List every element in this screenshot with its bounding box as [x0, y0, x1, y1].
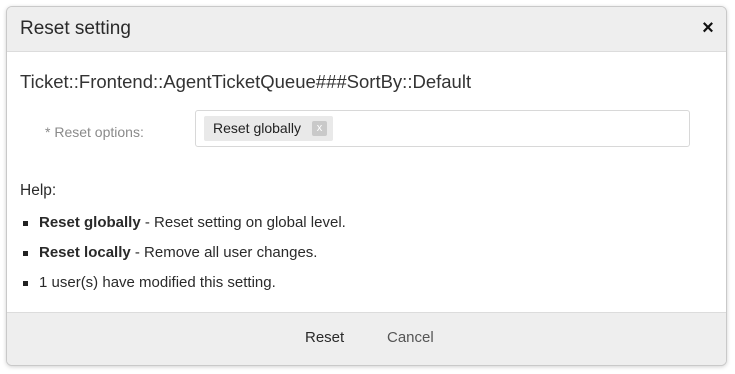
dialog-title: Reset setting [20, 18, 131, 39]
dialog-header: Reset setting × [7, 7, 726, 52]
bullet-icon [23, 281, 28, 286]
help-title: Help: [20, 182, 57, 199]
help-text: 1 user(s) have modified this setting. [39, 274, 276, 291]
reset-options-label: * Reset options: [45, 124, 144, 140]
bullet-icon [23, 221, 28, 226]
help-item-reset-globally: Reset globally - Reset setting on global… [21, 213, 346, 243]
help-term: Reset locally [39, 244, 131, 261]
selected-option-label: Reset globally [213, 120, 301, 136]
reset-options-label-text: Reset options: [54, 124, 144, 140]
required-marker: * [45, 124, 51, 140]
reset-setting-dialog: Reset setting × Ticket::Frontend::AgentT… [6, 6, 727, 366]
cancel-button[interactable]: Cancel [387, 329, 434, 346]
selected-option-tag[interactable]: Reset globally x [204, 116, 333, 141]
help-term: Reset globally [39, 214, 141, 231]
help-item-reset-locally: Reset locally - Remove all user changes. [21, 243, 346, 273]
dialog-footer: Reset Cancel [7, 312, 726, 365]
reset-button[interactable]: Reset [305, 329, 344, 346]
bullet-icon [23, 251, 28, 256]
help-text: - Reset setting on global level. [140, 214, 346, 231]
setting-name: Ticket::Frontend::AgentTicketQueue###Sor… [20, 71, 472, 92]
help-text: - Remove all user changes. [130, 244, 318, 261]
reset-options-field[interactable]: Reset globally x [195, 110, 690, 147]
help-list: Reset globally - Reset setting on global… [21, 213, 346, 303]
help-item-user-count: 1 user(s) have modified this setting. [21, 273, 346, 303]
remove-tag-icon[interactable]: x [311, 121, 327, 136]
close-icon[interactable]: × [698, 17, 718, 39]
